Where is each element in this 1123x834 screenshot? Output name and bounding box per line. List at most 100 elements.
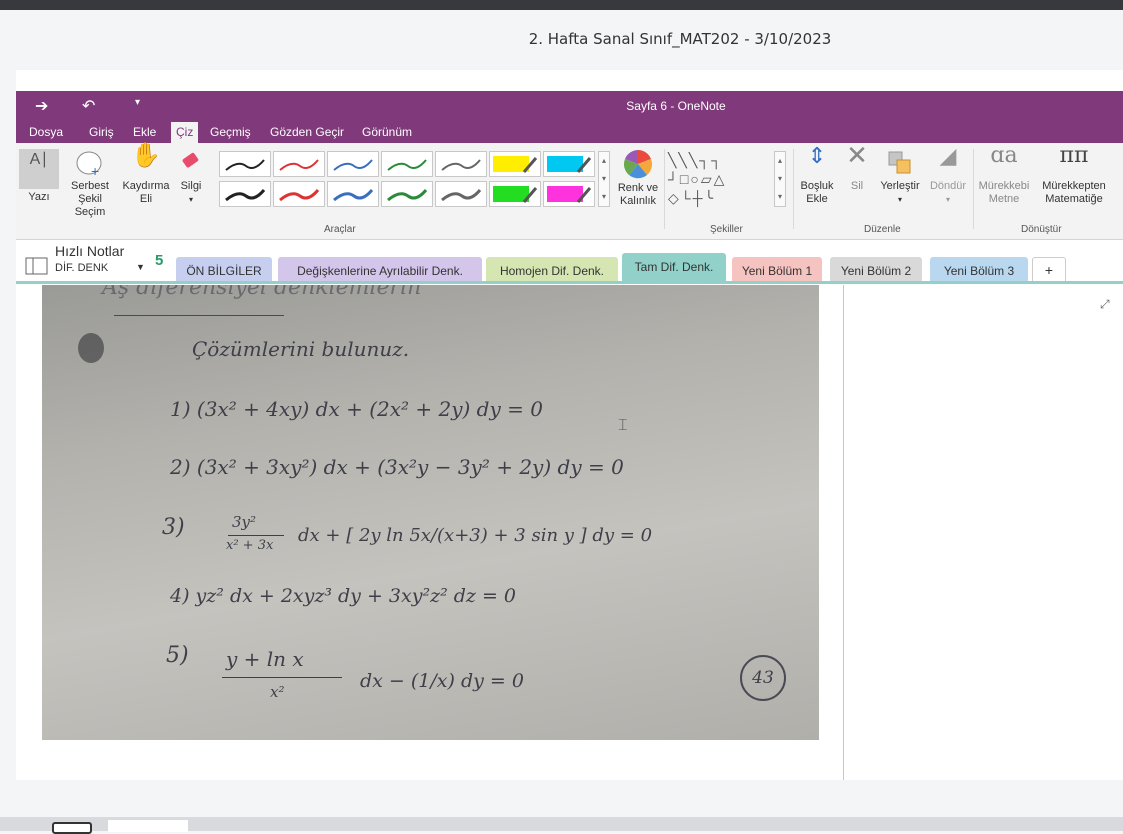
top-dark-bar <box>0 0 1123 10</box>
page-canvas[interactable]: Aş diferensiyel denklemlerin Çözümlerini… <box>16 285 1123 780</box>
eraser-dropdown-icon[interactable]: ▾ <box>189 195 193 204</box>
equation-5-number: 5) <box>166 643 189 668</box>
notebook-icon[interactable] <box>25 257 49 275</box>
menu-dosya[interactable]: Dosya <box>29 125 63 139</box>
line-shape-icon[interactable]: ╲╲╲┐┐ <box>668 152 723 168</box>
equation-5-fraction-bottom: x² <box>270 683 285 701</box>
menu-giris[interactable]: Giriş <box>89 125 114 139</box>
stain <box>78 333 104 363</box>
kalinlik-label: Kalınlık <box>619 195 657 207</box>
lasso-icon: + <box>76 151 102 177</box>
tab-homojen[interactable]: Homojen Dif. Denk. <box>486 257 618 282</box>
eraser-icon <box>182 152 199 168</box>
eraser-button[interactable]: Silgi ▾ <box>174 149 208 206</box>
separator <box>973 149 974 229</box>
bottom-tab[interactable] <box>108 820 188 832</box>
shapes-gallery[interactable]: ╲╲╲┐┐ ┘□○▱△ ◇└┼╰ <box>668 151 772 207</box>
active-section-color-line <box>16 281 1123 284</box>
add-section-button[interactable]: + <box>1032 257 1066 282</box>
fraction-bar <box>222 677 342 678</box>
highlighter-green[interactable] <box>489 181 541 207</box>
draw-ribbon: A∣ Yazı + Serbest Şekil Seçim ✋ Kaydırma… <box>16 142 1123 240</box>
notes-instruction: Çözümlerini bulunuz. <box>192 337 410 361</box>
ink-to-math-icon: ππ <box>1059 143 1089 168</box>
current-section[interactable]: DİF. DENK <box>55 262 108 274</box>
pen-gray-thick[interactable] <box>435 181 487 207</box>
delete-button[interactable]: ✕ Sil <box>841 142 873 193</box>
eli-label: Eli <box>139 193 153 205</box>
pen-black-thick[interactable] <box>219 181 271 207</box>
tab-tam-dif-denk[interactable]: Tam Dif. Denk. <box>622 253 726 283</box>
equation-5-rest: dx − (1/x) dy = 0 <box>360 670 524 692</box>
handwritten-notes-photo: Aş diferensiyel denklemlerin Çözümlerini… <box>42 285 819 740</box>
notebook-name[interactable]: Hızlı Notlar <box>55 243 124 259</box>
rotate-button[interactable]: ◢ Döndür ▾ <box>925 143 971 206</box>
equation-2: 2) (3x² + 3xy²) dx + (3x²y − 3y² + 2y) d… <box>170 455 624 479</box>
window-title: Sayfa 6 - OneNote <box>626 99 726 113</box>
highlighter-cyan[interactable] <box>543 151 595 177</box>
tab-yeni-bolum-3[interactable]: Yeni Bölüm 3 <box>930 257 1028 282</box>
section-tabs-row: Hızlı Notlar DİF. DENK ▼ 5 ÖN BİLGİLER D… <box>16 240 1123 286</box>
arrange-dropdown-icon[interactable]: ▾ <box>898 195 902 204</box>
pen-black-thin[interactable] <box>219 151 271 177</box>
silgi-label: Silgi <box>180 180 202 192</box>
matematige-label: Matematiğe <box>1045 193 1103 205</box>
screen-icon[interactable] <box>52 822 92 834</box>
ink-to-math-button[interactable]: ππ Mürekkepten Matematiğe <box>1034 143 1114 206</box>
equation-1: 1) (3x² + 4xy) dx + (2x² + 2y) dy = 0 <box>170 397 543 421</box>
expand-icon[interactable]: ⤢ <box>1100 297 1110 312</box>
yazi-button[interactable]: A∣ <box>19 149 59 189</box>
pen-gray-thin[interactable] <box>435 151 487 177</box>
pen-red-thick[interactable] <box>273 181 325 207</box>
pan-hand-button[interactable]: ✋ Kaydırma Eli <box>120 144 172 206</box>
separator <box>793 149 794 229</box>
tab-yeni-bolum-2[interactable]: Yeni Bölüm 2 <box>830 257 922 282</box>
dondur-label: Döndür <box>929 180 967 192</box>
insert-space-button[interactable]: ⇕ Boşluk Ekle <box>795 145 839 206</box>
equation-4: 4) yz² dx + 2xyz³ dy + 3xy²z² dz = 0 <box>170 585 516 607</box>
menu-gorunum[interactable]: Görünüm <box>362 125 412 139</box>
page-divider <box>843 285 844 780</box>
tab-on-bilgiler[interactable]: ÖN BİLGİLER <box>176 257 272 282</box>
bosluk-label: Boşluk <box>800 180 834 192</box>
highlighter-magenta[interactable] <box>543 181 595 207</box>
ink-to-text-icon: ɑa <box>990 143 1018 168</box>
menu-gozden-gecir[interactable]: Gözden Geçir <box>270 125 344 139</box>
arrange-button[interactable]: Yerleştir ▾ <box>875 149 925 206</box>
text-cursor-icon: ⌶ <box>618 415 628 434</box>
equation-3-fraction-bottom: x² + 3x <box>226 538 274 553</box>
notes-header: Aş diferensiyel denklemlerin <box>102 285 422 300</box>
tab-yeni-bolum-1[interactable]: Yeni Bölüm 1 <box>732 257 822 282</box>
menu-ciz[interactable]: Çiz <box>171 122 199 143</box>
group-duzenle: Düzenle <box>864 224 901 235</box>
ink-to-text-button[interactable]: ɑa Mürekkebi Metne <box>976 143 1032 206</box>
murekkebi-label: Mürekkebi <box>978 180 1030 192</box>
rotate-icon: ◢ <box>939 143 957 168</box>
shared-screen: ➔ ↶ ▾ Sayfa 6 - OneNote Dosya Giriş Ekle… <box>16 70 1123 780</box>
bottom-toolbar <box>0 817 1123 834</box>
highlighter-yellow[interactable] <box>489 151 541 177</box>
pen-gallery-scroll[interactable]: ▴ ▾ ▾ <box>598 151 610 207</box>
menu-gecmis[interactable]: Geçmiş <box>210 125 251 139</box>
basic-shape-icon[interactable]: ┘□○▱△ <box>668 171 726 187</box>
pen-green-thin[interactable] <box>381 151 433 177</box>
freeform-select-button[interactable]: + Serbest Şekil Seçim <box>62 149 118 219</box>
sync-icon[interactable]: 5 <box>155 252 163 269</box>
metne-label: Metne <box>988 193 1020 205</box>
equation-3-number: 3) <box>162 515 185 540</box>
equation-3-rest: dx + [ 2y ln 5x/(x+3) + 3 sin y ] dy = 0 <box>298 525 653 546</box>
rotate-dropdown-icon[interactable]: ▾ <box>946 195 950 204</box>
pen-blue-thin[interactable] <box>327 151 379 177</box>
pen-green-thick[interactable] <box>381 181 433 207</box>
pen-blue-thick[interactable] <box>327 181 379 207</box>
notebook-dropdown-icon[interactable]: ▼ <box>136 262 145 272</box>
graph-shape-icon[interactable]: ◇└┼╰ <box>668 190 715 206</box>
onenote-titlebar: ➔ ↶ ▾ Sayfa 6 - OneNote <box>16 91 1123 121</box>
pen-red-thin[interactable] <box>273 151 325 177</box>
menu-ekle[interactable]: Ekle <box>133 125 156 139</box>
color-thickness-button[interactable]: Renk ve Kalınlık <box>612 149 664 208</box>
arrange-icon <box>888 151 911 174</box>
shapes-gallery-scroll[interactable]: ▴ ▾ ▾ <box>774 151 786 207</box>
meeting-title: 2. Hafta Sanal Sınıf_MAT202 - 3/10/2023 <box>528 30 832 48</box>
tab-degiskenlerine-ayrilabilir[interactable]: Değişkenlerine Ayrılabilir Denk. <box>278 257 482 282</box>
